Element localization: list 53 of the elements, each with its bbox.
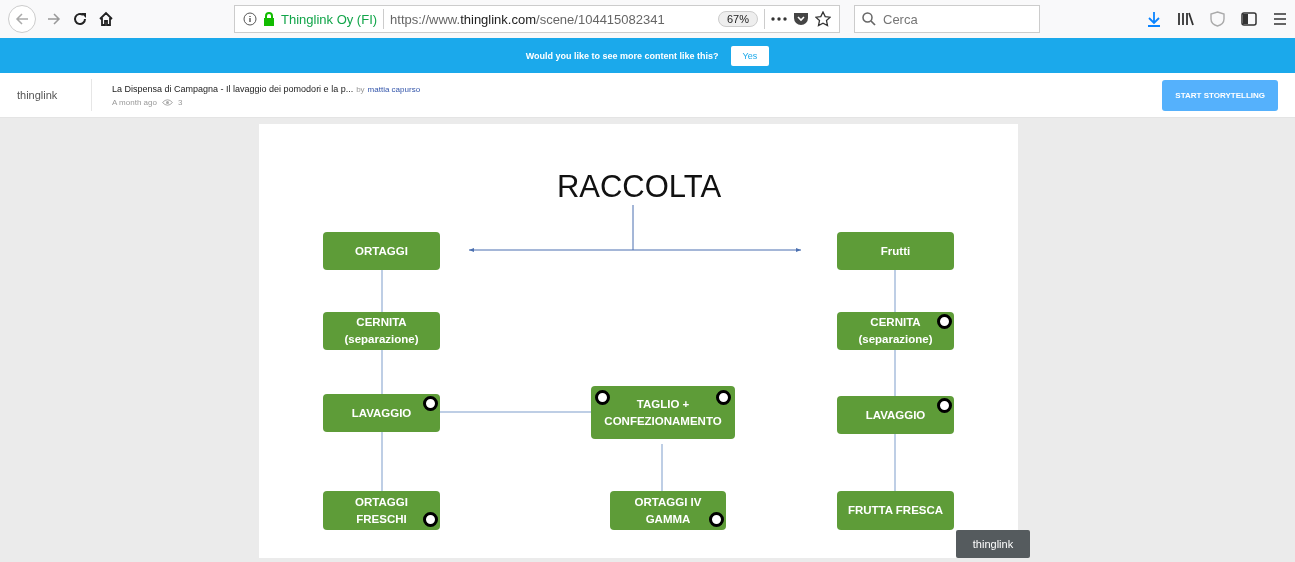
lock-icon — [263, 12, 275, 26]
reload-button[interactable] — [72, 11, 88, 27]
by-label: by — [356, 84, 365, 94]
hotspot-icon[interactable] — [716, 390, 731, 405]
scene-title: La Dispensa di Campagna - Il lavaggio dei pomodori e la p... — [112, 83, 354, 94]
address-bar[interactable]: Thinglink Oy (FI) https://www.thinglink.com/scene/104415082341 67% — [234, 5, 840, 33]
author-link[interactable]: mattia capurso — [367, 84, 421, 94]
search-field[interactable]: Cerca — [854, 5, 1040, 33]
url-text[interactable]: https://www.thinglink.com/scene/104415082341 — [390, 11, 712, 27]
banner-text: Would you like to see more content like this? — [525, 50, 719, 61]
node-label: Frutti — [880, 243, 911, 259]
library-icon[interactable] — [1177, 12, 1194, 26]
menu-icon[interactable] — [1273, 13, 1287, 25]
pocket-icon[interactable] — [793, 11, 809, 27]
connector-line — [661, 443, 663, 492]
star-icon[interactable] — [815, 11, 831, 27]
node-label: CERNITA (separazione) — [858, 315, 933, 347]
connector-line — [381, 269, 383, 313]
hotspot-icon[interactable] — [423, 396, 438, 411]
hotspot-icon[interactable] — [423, 512, 438, 527]
eye-icon — [161, 98, 173, 106]
node-label: FRUTTA FRESCA — [847, 503, 944, 519]
logo[interactable]: thinglink — [17, 89, 91, 101]
node-label: TAGLIO + CONFEZIONAMENTO — [604, 396, 722, 429]
node-label: LAVAGGIO — [351, 405, 412, 421]
connector-line — [894, 269, 896, 313]
sidebar-icon[interactable] — [1241, 12, 1257, 26]
back-arrow-icon — [14, 11, 30, 27]
node-label: ORTAGGI — [355, 243, 408, 259]
forward-button[interactable] — [46, 11, 62, 27]
connector-line — [381, 349, 383, 395]
connector-line — [632, 204, 634, 251]
zoom-badge[interactable]: 67% — [717, 11, 758, 27]
home-button[interactable] — [98, 11, 114, 27]
download-icon[interactable] — [1147, 11, 1161, 27]
connector-line — [894, 349, 896, 397]
hotspot-icon[interactable] — [937, 398, 952, 413]
info-icon[interactable] — [243, 12, 257, 26]
diagram-title: RACCOLTA — [555, 169, 723, 205]
connector-line — [894, 433, 896, 492]
node-label: LAVAGGIO — [865, 407, 926, 423]
node-label: ORTAGGI IV GAMMA — [634, 494, 702, 527]
node-label: ORTAGGI FRESCHI — [355, 494, 408, 527]
view-count: 3 — [177, 97, 183, 107]
hotspot-icon[interactable] — [595, 390, 610, 405]
connector-line — [381, 431, 383, 492]
hotspot-icon[interactable] — [709, 512, 724, 527]
hotspot-icon[interactable] — [937, 314, 952, 329]
search-icon — [862, 12, 876, 26]
more-icon[interactable] — [771, 17, 787, 21]
thinglink-badge[interactable]: thinglink — [956, 530, 1030, 558]
node-label: CERNITA (separazione) — [344, 315, 419, 347]
time-label: A month ago — [112, 97, 157, 107]
